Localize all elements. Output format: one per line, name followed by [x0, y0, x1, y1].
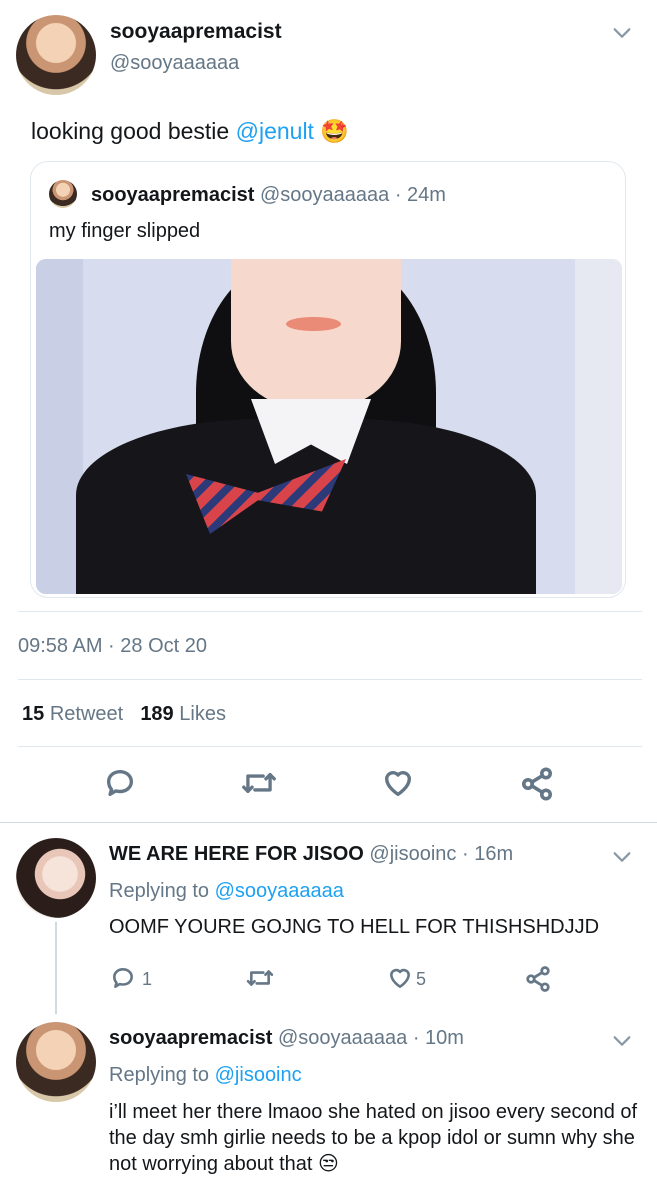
retweet-icon[interactable] [241, 766, 277, 805]
reply-header: sooyaapremacist @sooyaaaaaa · 10m [109, 1027, 464, 1050]
quoted-tweet-time: · 24m [394, 184, 446, 206]
replying-to-link[interactable]: @sooyaaaaaa [215, 880, 344, 902]
author-name[interactable]: sooyaapremacist [110, 20, 282, 44]
replying-to: Replying to @sooyaaaaaa [109, 880, 344, 903]
share-icon[interactable] [519, 766, 555, 807]
quoted-tweet-photo[interactable] [36, 259, 622, 594]
reply-icon[interactable] [103, 766, 137, 805]
reply-time: · 10m [412, 1027, 464, 1049]
likes-count[interactable]: 189 [140, 703, 173, 725]
mention-link[interactable]: @jenult [236, 118, 314, 144]
replying-to-label: Replying to [109, 880, 215, 902]
tweet-text: looking good bestie @jenult 🤩 [31, 118, 349, 145]
tweet-timestamp[interactable]: 09:58 AM · 28 Oct 20 [18, 635, 207, 658]
chevron-down-icon[interactable] [611, 22, 633, 49]
like-count: 5 [416, 969, 427, 989]
reply-time: · 16m [461, 843, 514, 865]
replying-to-link[interactable]: @jisooinc [215, 1064, 302, 1086]
quoted-author-name: sooyaapremacist [91, 184, 255, 206]
quoted-tweet-header: sooyaapremacist @sooyaaaaaa · 24m [91, 184, 446, 207]
replying-to-label: Replying to [109, 1064, 215, 1086]
quoted-author-handle: @sooyaaaaaa [259, 184, 390, 206]
retweet-label[interactable]: Retweet [50, 703, 123, 725]
reply-author-name[interactable]: sooyaapremacist [109, 1027, 272, 1049]
chevron-down-icon[interactable] [611, 846, 633, 873]
reply-avatar[interactable] [16, 1022, 96, 1102]
like-icon[interactable] [386, 965, 414, 996]
quoted-tweet-text: my finger slipped [49, 220, 201, 242]
chevron-down-icon[interactable] [611, 1030, 633, 1057]
reply-count: 1 [142, 969, 153, 989]
retweet-icon[interactable] [245, 965, 275, 996]
replying-to: Replying to @jisooinc [109, 1064, 302, 1087]
reply-actions: 1 5 [0, 965, 657, 995]
quoted-tweet-card[interactable]: sooyaapremacist @sooyaaaaaa · 24m my fin… [30, 161, 626, 598]
reply-author-name[interactable]: WE ARE HERE FOR JISOO [109, 843, 364, 865]
engagement-counts: 15 Retweet 189 Likes [22, 703, 226, 726]
reply-author-handle[interactable]: @sooyaaaaaa [278, 1027, 407, 1049]
author-handle[interactable]: @sooyaaaaaa [110, 52, 239, 75]
tweet-text-body: looking good bestie [31, 118, 236, 144]
likes-label[interactable]: Likes [179, 703, 226, 725]
reply-text: i’ll meet her there lmaoo she hated on j… [109, 1101, 638, 1175]
quoted-author-avatar [49, 180, 77, 208]
like-icon[interactable] [380, 766, 416, 805]
reply-header: WE ARE HERE FOR JISOO @jisooinc · 16m [109, 843, 513, 866]
author-avatar[interactable] [16, 15, 96, 95]
reply-author-handle[interactable]: @jisooinc [369, 843, 456, 865]
reply-text: OOMF YOURE GOJNG TO HELL FOR THISHSHDJJD [109, 916, 600, 938]
retweet-count[interactable]: 15 [22, 703, 44, 725]
reply-icon[interactable] [110, 965, 136, 996]
share-icon[interactable] [524, 965, 552, 998]
emoji: 🤩 [320, 118, 349, 144]
reply-avatar[interactable] [16, 838, 96, 918]
tweet-actions [0, 766, 657, 806]
